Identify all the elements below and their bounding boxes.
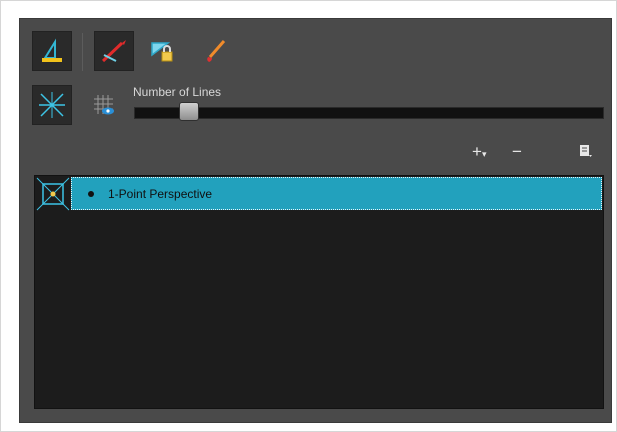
ruler-button[interactable]	[32, 31, 72, 71]
slider-thumb[interactable]	[179, 102, 199, 121]
menu-icon	[580, 145, 592, 157]
perspective-guide-icon	[35, 176, 71, 212]
guides-panel: Number of Lines +▾ − 1-Point Perspective	[19, 18, 612, 423]
plus-icon: +	[472, 142, 482, 161]
paint-guide-button[interactable]	[196, 31, 236, 71]
perspective-lines-icon	[39, 92, 65, 118]
guide-bullet	[88, 191, 94, 197]
grid-eye-icon	[94, 95, 114, 115]
number-of-lines-slider[interactable]	[134, 107, 604, 119]
lock-guide-button[interactable]	[142, 31, 182, 71]
grid-visibility-button[interactable]	[84, 85, 124, 125]
guide-name: 1-Point Perspective	[108, 187, 213, 201]
perspective-lines-button[interactable]	[32, 85, 72, 125]
remove-guide-button[interactable]: −	[512, 143, 522, 160]
window-frame: Number of Lines +▾ − 1-Point Perspective	[0, 0, 617, 432]
pencil-ruler-icon	[101, 40, 126, 63]
number-of-lines-label: Number of Lines	[133, 85, 222, 99]
brush-icon	[207, 40, 226, 62]
ruler-icon	[42, 38, 62, 62]
draw-on-guide-button[interactable]	[94, 31, 134, 71]
list-item[interactable]: 1-Point Perspective	[35, 176, 603, 212]
guides-menu-button[interactable]	[578, 143, 594, 162]
ruler-lock-icon	[151, 42, 173, 62]
selected-guide-row[interactable]: 1-Point Perspective	[71, 177, 602, 210]
add-guide-button[interactable]: +▾	[472, 143, 486, 163]
toolbar-separator	[82, 33, 83, 71]
guides-list[interactable]: 1-Point Perspective	[34, 175, 604, 409]
